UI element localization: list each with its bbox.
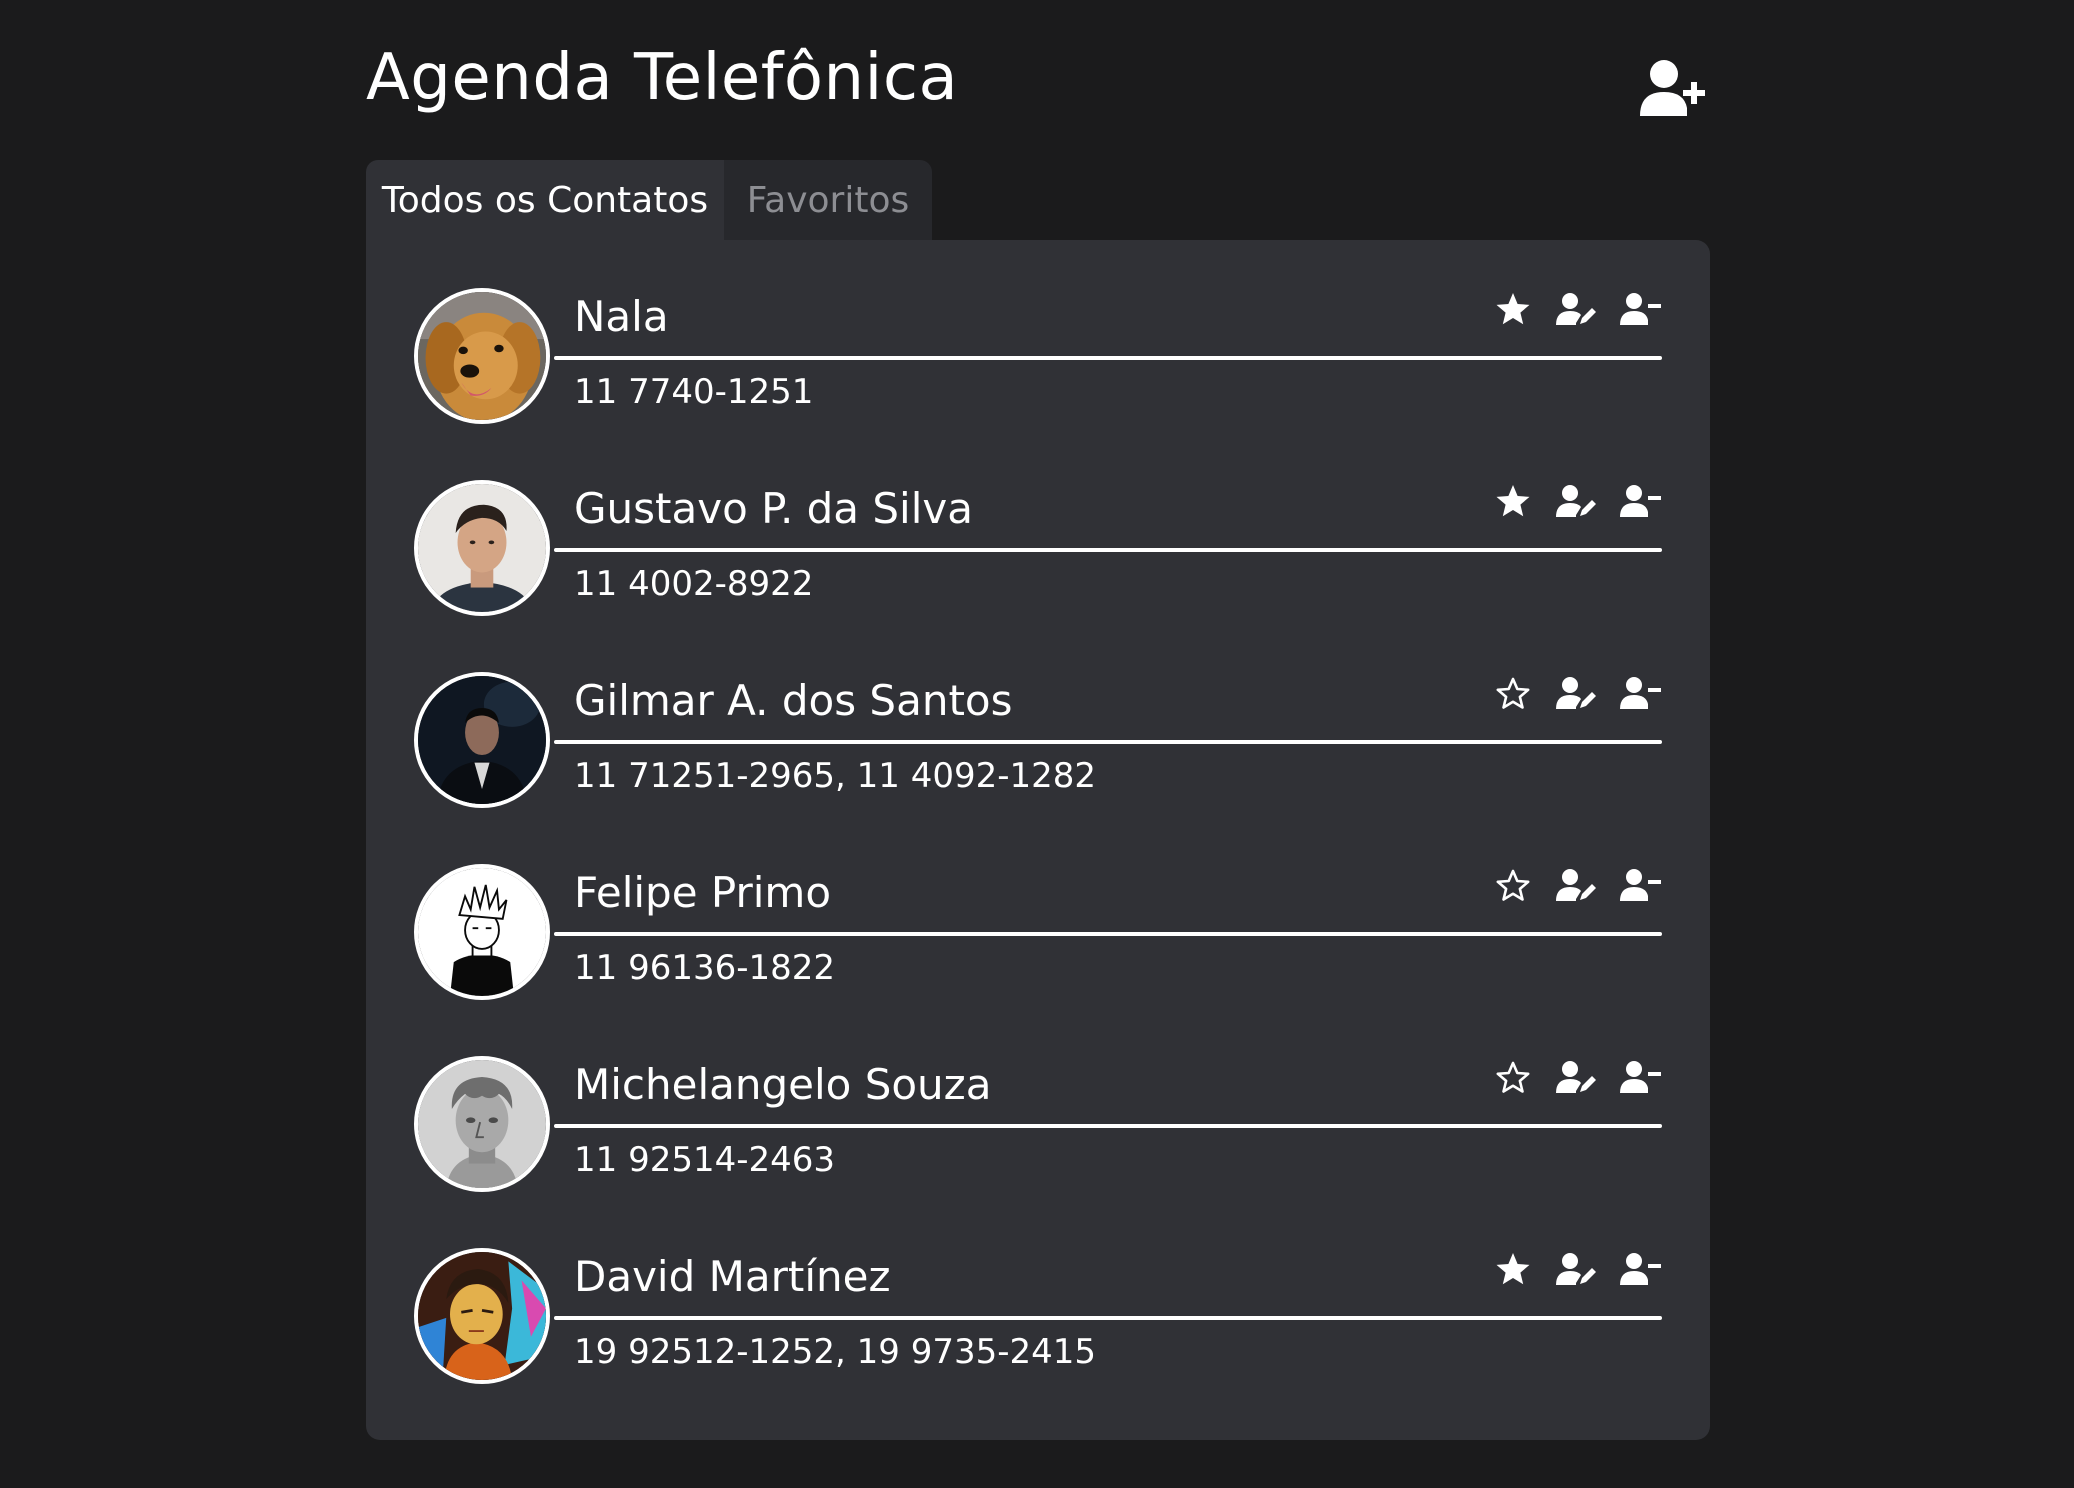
divider [554, 356, 1662, 360]
favorite-button[interactable] [1492, 672, 1534, 714]
contact-item[interactable]: Michelangelo Souza 11 92514-2463 [414, 1056, 1666, 1204]
edit-contact-button[interactable] [1556, 672, 1598, 714]
divider [554, 1316, 1662, 1320]
contact-phones: 11 4002-8922 [574, 564, 814, 604]
contact-name: Michelangelo Souza [574, 1060, 992, 1109]
contact-phones: 11 92514-2463 [574, 1140, 836, 1180]
contact-actions [1492, 480, 1662, 522]
remove-contact-button[interactable] [1620, 288, 1662, 330]
contact-item[interactable]: Gilmar A. dos Santos 11 71251-2965, 11 4… [414, 672, 1666, 820]
avatar [414, 1056, 550, 1192]
add-contact-button[interactable] [1640, 58, 1710, 120]
favorite-button[interactable] [1492, 1056, 1534, 1098]
avatar [414, 1248, 550, 1384]
user-minus-icon [1620, 869, 1661, 901]
star-outline-icon [1496, 677, 1530, 709]
contact-item[interactable]: Gustavo P. da Silva 11 4002-8922 [414, 480, 1666, 628]
contact-item[interactable]: David Martínez 19 92512-1252, 19 9735-24… [414, 1248, 1666, 1396]
contact-phones: 19 92512-1252, 19 9735-2415 [574, 1332, 1097, 1372]
contact-phones: 11 71251-2965, 11 4092-1282 [574, 756, 1097, 796]
avatar [414, 672, 550, 808]
remove-contact-button[interactable] [1620, 672, 1662, 714]
avatar [414, 288, 550, 424]
user-minus-icon [1620, 677, 1661, 709]
avatar [414, 480, 550, 616]
avatar [414, 864, 550, 1000]
tab-favorites[interactable]: Favoritos [724, 160, 932, 240]
divider [554, 932, 1662, 936]
remove-contact-button[interactable] [1620, 1056, 1662, 1098]
divider [554, 1124, 1662, 1128]
contact-phones: 11 7740-1251 [574, 372, 814, 412]
statue-of-david-avatar [418, 1060, 546, 1188]
contact-actions [1492, 1248, 1662, 1290]
contact-name: Felipe Primo [574, 868, 832, 917]
contact-name: David Martínez [574, 1252, 891, 1301]
user-minus-icon [1620, 485, 1661, 517]
contact-actions [1492, 672, 1662, 714]
star-icon [1496, 485, 1530, 517]
header: Agenda Telefônica [366, 38, 1710, 128]
user-edit-icon [1556, 293, 1596, 325]
star-icon [1496, 1253, 1530, 1285]
golden-retriever-avatar [418, 292, 546, 420]
remove-contact-button[interactable] [1620, 864, 1662, 906]
user-minus-icon [1620, 1253, 1661, 1285]
contact-name: Gilmar A. dos Santos [574, 676, 1013, 725]
anime-character-avatar [418, 1252, 546, 1380]
user-edit-icon [1556, 869, 1596, 901]
user-plus-icon [1640, 60, 1705, 116]
spiky-hair-drawing-avatar [418, 868, 546, 996]
contact-actions [1492, 1056, 1662, 1098]
contact-list: Nala 11 7740-1251 Gustavo P. da Silva 11… [366, 240, 1710, 1440]
user-minus-icon [1620, 1061, 1661, 1093]
user-edit-icon [1556, 677, 1596, 709]
tab-bar: Todos os Contatos Favoritos [366, 160, 932, 240]
favorite-button[interactable] [1492, 1248, 1534, 1290]
user-minus-icon [1620, 293, 1661, 325]
contact-phones: 11 96136-1822 [574, 948, 836, 988]
phonebook-app: Agenda Telefônica Todos os Contatos Favo… [366, 0, 1710, 1488]
contact-actions [1492, 864, 1662, 906]
contact-item[interactable]: Nala 11 7740-1251 [414, 288, 1666, 436]
edit-contact-button[interactable] [1556, 480, 1598, 522]
remove-contact-button[interactable] [1620, 480, 1662, 522]
edit-contact-button[interactable] [1556, 1056, 1598, 1098]
star-icon [1496, 293, 1530, 325]
favorite-button[interactable] [1492, 480, 1534, 522]
tab-all-contacts[interactable]: Todos os Contatos [366, 160, 724, 240]
edit-contact-button[interactable] [1556, 1248, 1598, 1290]
page-title: Agenda Telefônica [366, 41, 959, 115]
edit-contact-button[interactable] [1556, 288, 1598, 330]
user-edit-icon [1556, 1253, 1596, 1285]
star-outline-icon [1496, 1061, 1530, 1093]
star-outline-icon [1496, 869, 1530, 901]
contact-item[interactable]: Felipe Primo 11 96136-1822 [414, 864, 1666, 1012]
divider [554, 548, 1662, 552]
man-portrait-avatar [418, 484, 546, 612]
contact-actions [1492, 288, 1662, 330]
favorite-button[interactable] [1492, 288, 1534, 330]
user-edit-icon [1556, 1061, 1596, 1093]
dark-suit-portrait-avatar [418, 676, 546, 804]
contact-name: Nala [574, 292, 669, 341]
edit-contact-button[interactable] [1556, 864, 1598, 906]
contact-name: Gustavo P. da Silva [574, 484, 973, 533]
favorite-button[interactable] [1492, 864, 1534, 906]
user-edit-icon [1556, 485, 1596, 517]
remove-contact-button[interactable] [1620, 1248, 1662, 1290]
divider [554, 740, 1662, 744]
